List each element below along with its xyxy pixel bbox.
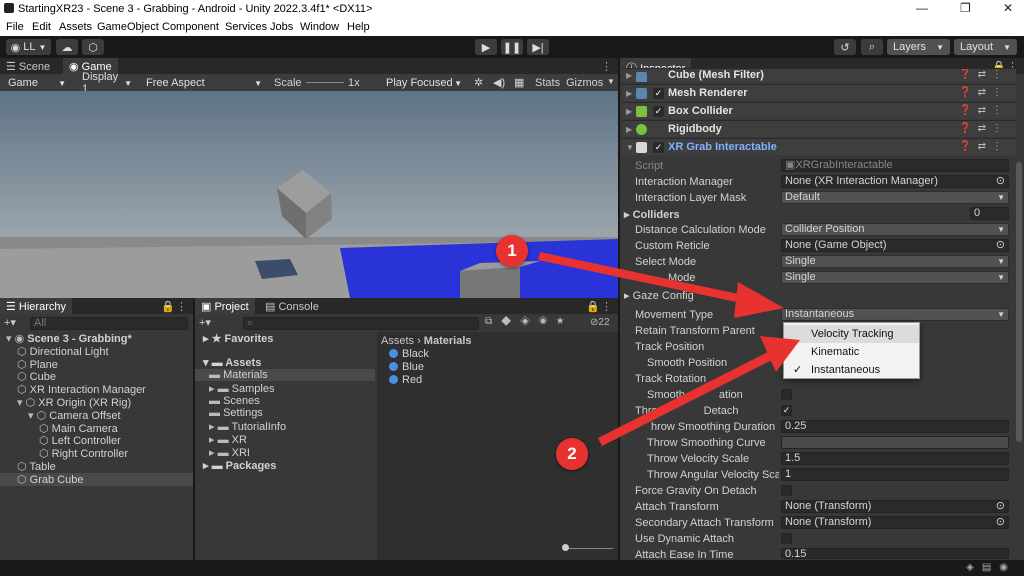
arrow-one-head — [734, 282, 784, 318]
annotation-one: 1 — [496, 235, 528, 267]
status-icons[interactable]: ◈▤◉ — [966, 562, 1016, 573]
annotation-two: 2 — [556, 438, 588, 470]
arrow-two-shaft — [598, 352, 772, 446]
status-bar: ◈▤◉ — [0, 560, 1024, 576]
annotation-arrows — [538, 252, 800, 446]
arrow-one-shaft — [538, 252, 748, 304]
